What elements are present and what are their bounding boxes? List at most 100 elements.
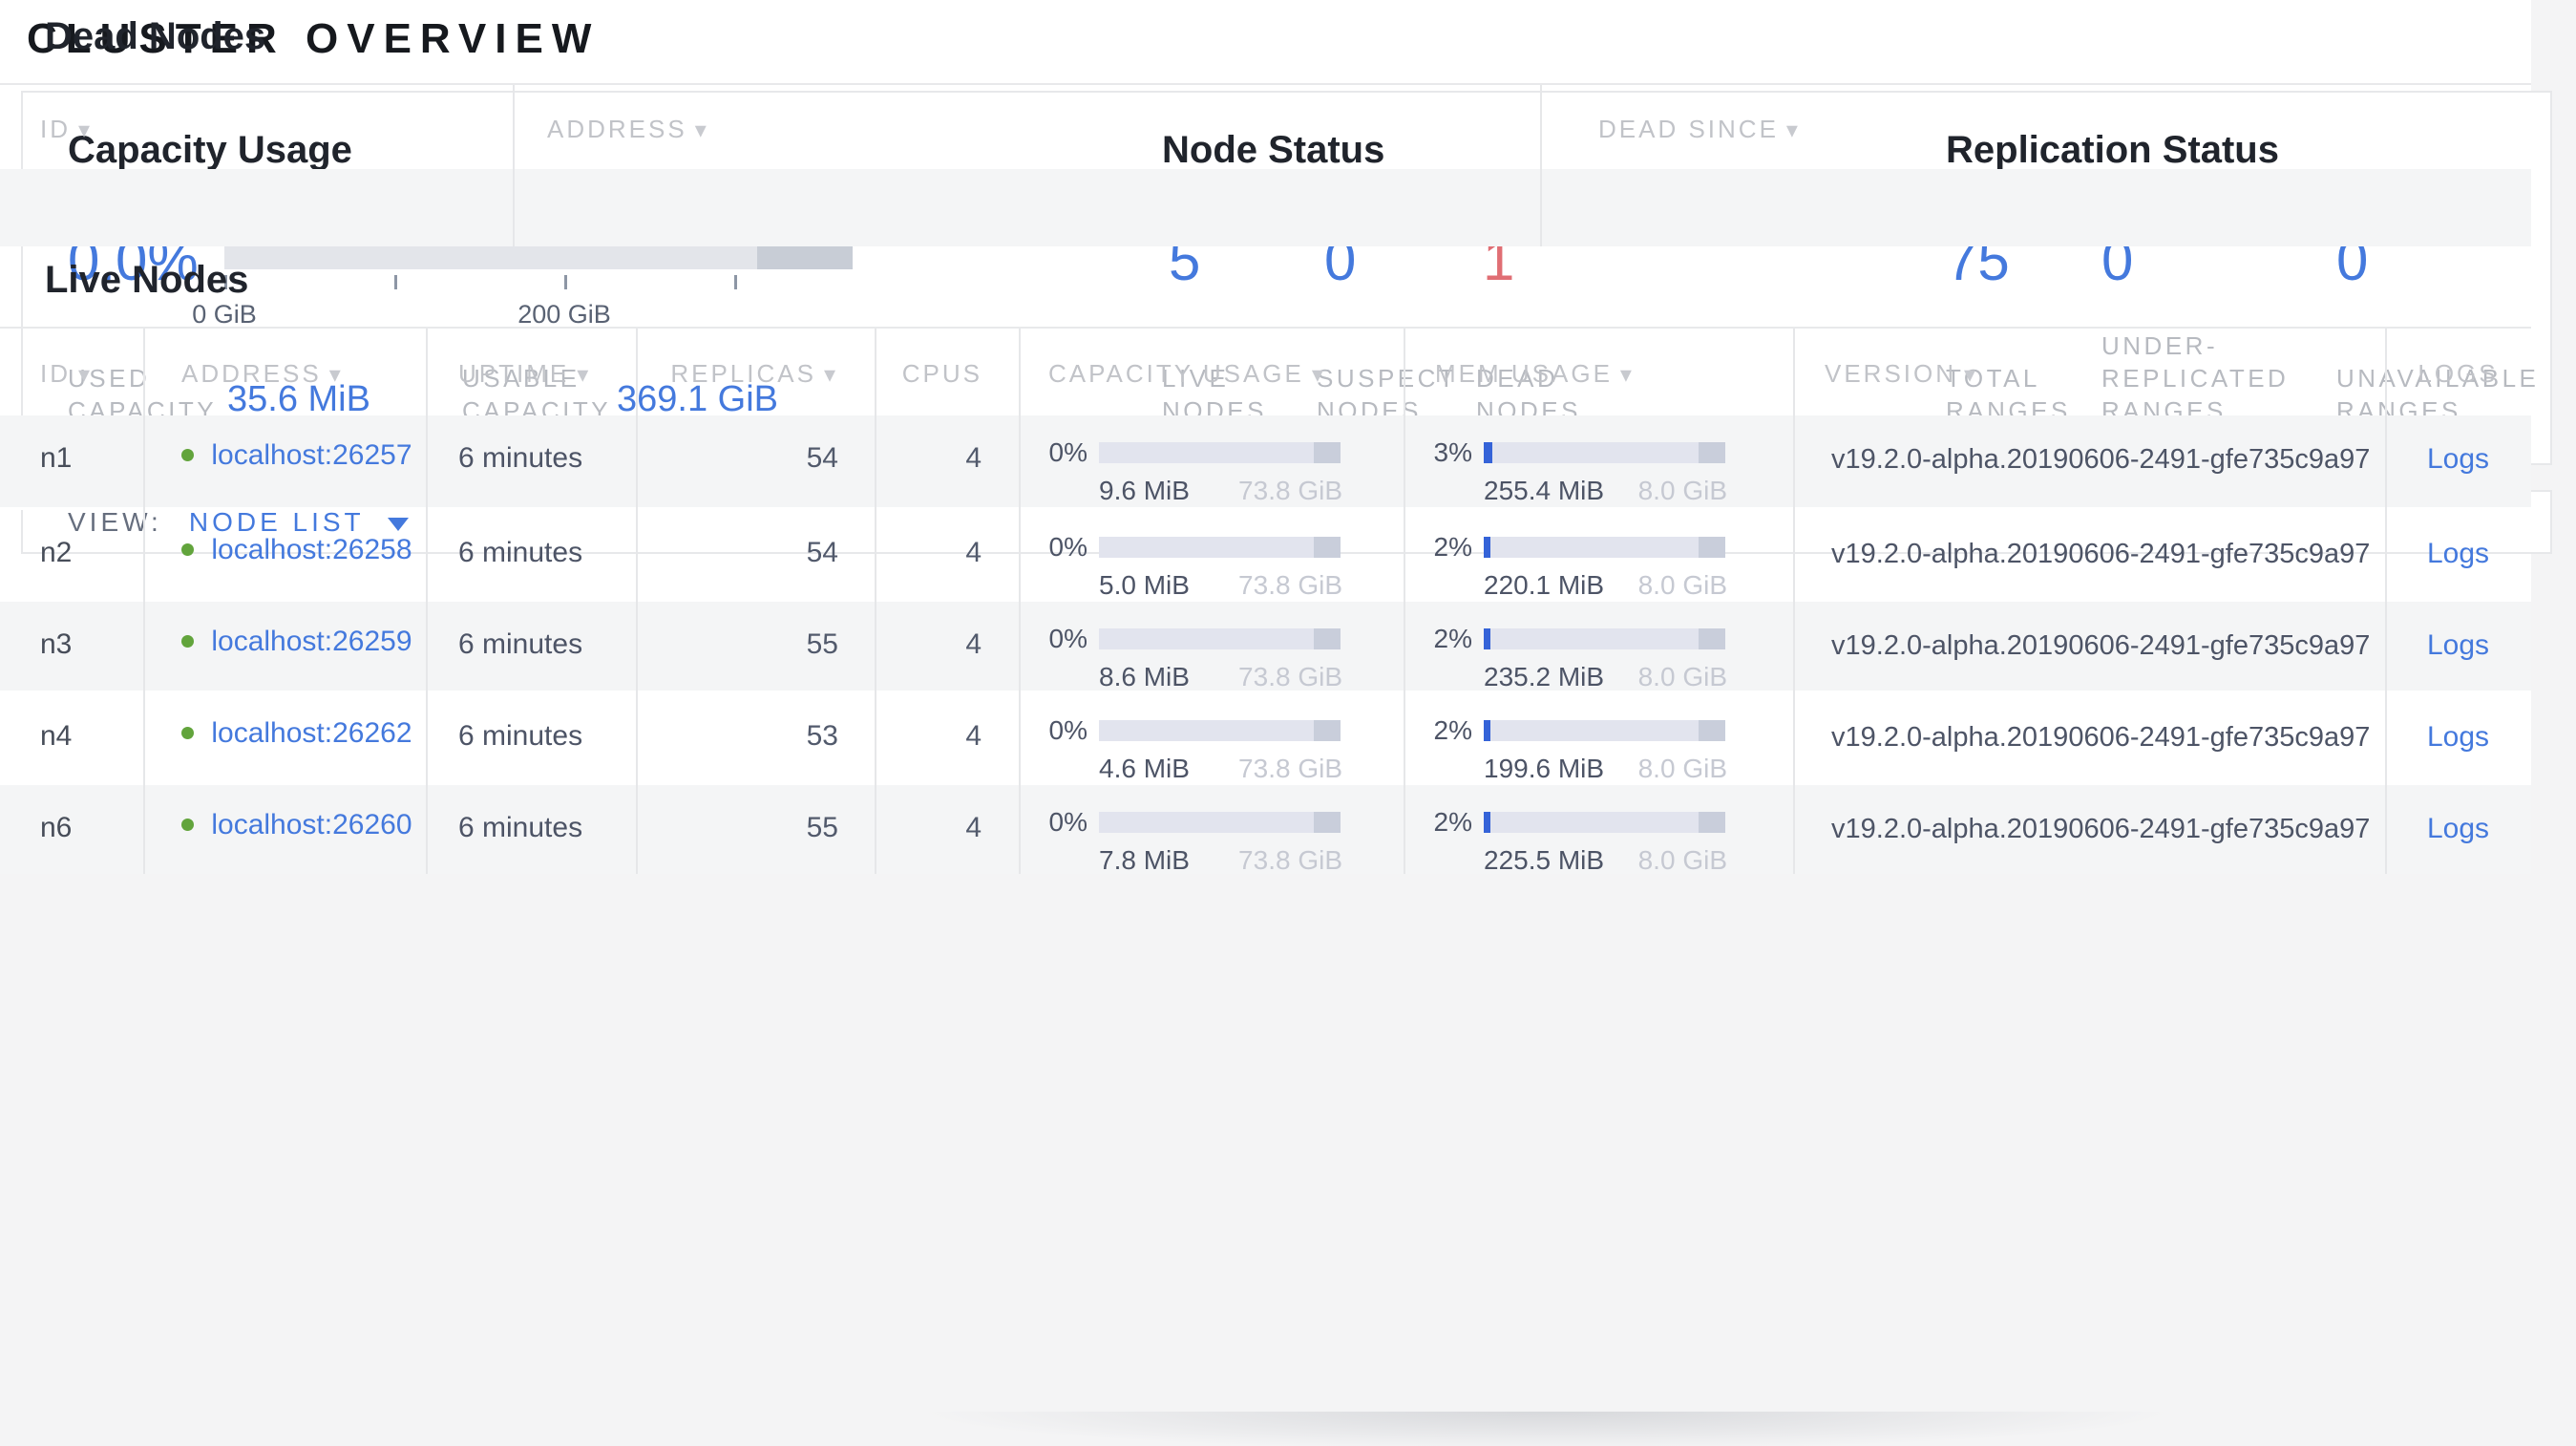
node-uptime: 6 minutes [458,442,583,474]
node-replicas: 54 [806,537,838,568]
column-divider [1793,329,1795,874]
node-address-link[interactable]: localhost:26258 [211,534,412,565]
node-id: n5 [0,169,2531,196]
mem-mini-bar [1484,442,1725,463]
capacity-total-value: 73.8 GiB [1238,845,1342,874]
mem-percent: 2% [1433,624,1472,653]
capacity-used-value: 4.6 MiB [1099,754,1190,782]
column-divider [513,85,515,246]
node-mem-usage-cell: 2% 225.5 MiB 8.0 GiB [1404,785,1793,874]
node-logs-cell: Logs [2385,785,2531,874]
node-address-link[interactable]: localhost:26262 [211,717,412,749]
dead-nodes-table: ID▾ ADDRESS▾ DEAD SINCE▾ n5 localhost:26… [0,83,2531,246]
sort-desc-icon: ▾ [1619,362,1635,388]
node-id: n6 [40,812,73,843]
live-node-row: n2 localhost:26258 6 minutes 54 4 0% 5.0… [0,507,2531,599]
mem-bar-reserved-segment [1699,537,1725,558]
capacity-percent: 0% [1048,715,1087,745]
logs-link[interactable]: Logs [2427,629,2489,661]
capacity-percent: 0% [1048,532,1087,562]
live-node-row: n4 localhost:26262 6 minutes 53 4 0% 4.6… [0,691,2531,782]
node-cpus: 4 [965,720,982,752]
capacity-total-value: 73.8 GiB [1238,662,1342,691]
live-col-address[interactable]: ADDRESS ▾ [143,329,426,415]
mem-used-value: 225.5 MiB [1484,845,1605,874]
node-address-cell: localhost:26257 [143,415,426,507]
mem-used-value: 199.6 MiB [1484,754,1605,782]
dead-col-dead-since[interactable]: DEAD SINCE ▾ [1540,85,2531,169]
live-nodes-rows: n1 localhost:26257 6 minutes 54 4 0% 9.6… [0,415,2531,874]
mem-bar-reserved-segment [1699,628,1725,649]
live-status-dot-icon [181,635,194,649]
node-address-link[interactable]: localhost:26257 [211,439,412,471]
capacity-mini-bar [1099,442,1341,463]
live-col-logs: LOGS [2418,359,2499,388]
column-divider [636,329,638,874]
node-capacity-usage-cell: 0% 5.0 MiB 73.8 GiB [1019,510,1404,599]
live-status-dot-icon [181,449,194,462]
mem-total-value: 8.0 GiB [1637,662,1727,691]
live-col-cpus: CPUS [901,359,982,388]
node-address-cell: localhost:26262 [143,693,426,782]
node-version: v19.2.0-alpha.20190606-2491-gfe735c9a97 [1831,539,2371,569]
capacity-bar-reserved-segment [1314,628,1341,649]
node-replicas: 55 [806,628,838,660]
node-address-link[interactable]: localhost:26260 [211,809,412,840]
node-address-link[interactable]: localhost:26259 [211,626,412,657]
node-replicas: 55 [806,812,838,843]
dead-col-address[interactable]: ADDRESS ▾ [513,85,1540,169]
live-col-mem-usage[interactable]: MEM USAGE ▾ [1404,329,1793,415]
live-col-version[interactable]: VERSION ▾ [1793,329,2385,415]
live-node-row: n3 localhost:26259 6 minutes 55 4 0% 8.6… [0,599,2531,691]
sort-desc-icon: ▾ [823,362,838,388]
sort-desc-icon: ▾ [1964,362,1979,388]
node-capacity-usage-cell: 0% 9.6 MiB 73.8 GiB [1019,415,1404,507]
live-col-replicas[interactable]: REPLICAS ▾ [636,329,875,415]
capacity-bar-reserved-segment [1314,812,1341,833]
sort-desc-icon: ▾ [1785,117,1801,143]
capacity-percent: 0% [1048,807,1087,837]
live-col-id[interactable]: ID ▾ [0,329,143,415]
sort-desc-icon: ▾ [328,362,344,388]
sort-desc-icon: ▾ [577,362,592,388]
axis-label-200gib: 200 GiB [517,300,611,329]
capacity-percent: 0% [1048,624,1087,653]
node-version: v19.2.0-alpha.20190606-2491-gfe735c9a97 [1831,444,2371,475]
node-tables-card: Dead Nodes ID▾ ADDRESS▾ DEAD SINCE▾ n5 l… [0,0,2531,874]
logs-link[interactable]: Logs [2427,721,2489,753]
capacity-used-value: 7.8 MiB [1099,845,1190,874]
column-divider [426,329,428,874]
column-divider [1404,329,1405,874]
dead-nodes-rows: n5 localhost:26261 3 minutes ago [0,169,2531,246]
mem-bar-fill [1484,537,1491,558]
capacity-used-value: 8.6 MiB [1099,662,1190,691]
live-col-uptime[interactable]: UPTIME ▾ [426,329,636,415]
sort-desc-icon: ▾ [78,362,94,388]
sort-desc-icon: ▾ [1311,362,1326,388]
capacity-total-value: 73.8 GiB [1238,754,1342,782]
logs-link[interactable]: Logs [2427,538,2489,569]
live-col-capacity-usage[interactable]: CAPACITY USAGE ▾ [1019,329,1404,415]
logs-link[interactable]: Logs [2427,813,2489,844]
node-logs-cell: Logs [2385,693,2531,782]
logs-link[interactable]: Logs [2427,443,2489,475]
mem-bar-reserved-segment [1699,812,1725,833]
mem-percent: 3% [1433,437,1472,467]
node-replicas: 54 [806,442,838,474]
mem-used-value: 255.4 MiB [1484,476,1605,505]
live-node-row: n1 localhost:26257 6 minutes 54 4 0% 9.6… [0,415,2531,507]
capacity-used-value: 9.6 MiB [1099,476,1190,505]
mem-mini-bar [1484,812,1725,833]
mem-total-value: 8.0 GiB [1637,476,1727,505]
dead-nodes-table-header: ID ▾ ADDRESS ▾ DEAD SINCE ▾ [0,85,2531,169]
mem-percent: 2% [1433,715,1472,745]
node-id: n4 [40,720,73,752]
node-uptime: 6 minutes [458,812,583,843]
column-divider [2385,329,2387,874]
axis-tick [734,275,737,289]
capacity-mini-bar [1099,628,1341,649]
node-cpus: 4 [965,812,982,843]
node-replicas: 53 [806,720,838,752]
dead-col-id[interactable]: ID ▾ [0,85,513,169]
mem-mini-bar [1484,628,1725,649]
